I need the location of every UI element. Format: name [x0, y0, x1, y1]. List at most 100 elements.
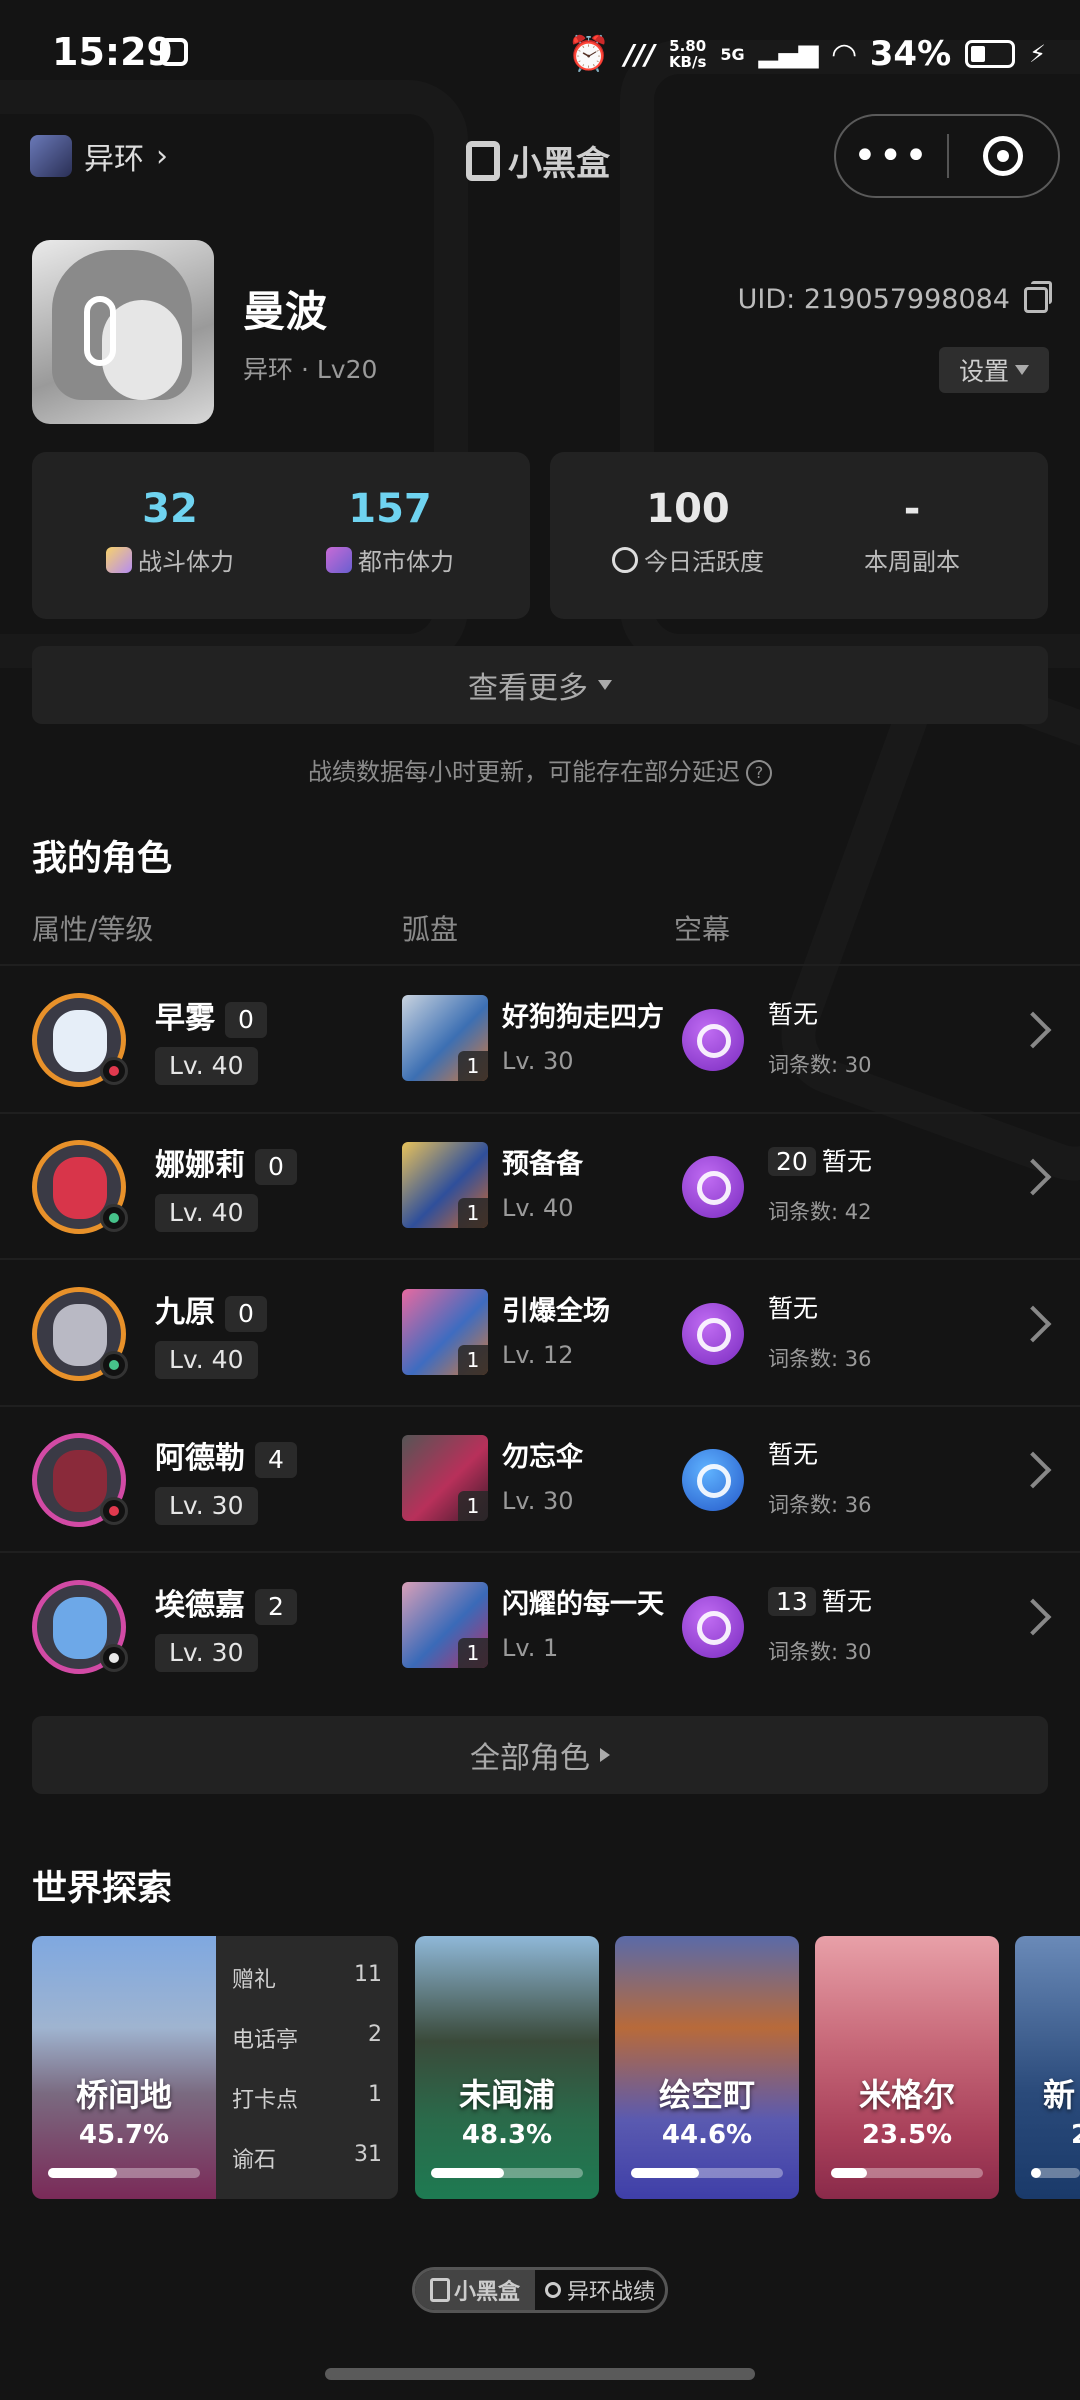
disc-image: 1 — [402, 1142, 488, 1228]
wifi-icon: ◠ — [832, 36, 856, 72]
chevron-right-icon — [1014, 1451, 1052, 1489]
disc-name: 引爆全场 — [502, 1296, 610, 1327]
copy-icon[interactable] — [1024, 280, 1052, 313]
disc-name: 勿忘伞 — [502, 1442, 583, 1473]
notification-icon — [160, 38, 188, 66]
character-level: Lv. 40 — [155, 1047, 258, 1085]
footer-brand-badge: 小黑盒 异环战绩 — [412, 2267, 668, 2313]
disc-level: Lv. 30 — [502, 1047, 574, 1075]
show-more-button[interactable]: 查看更多 — [32, 646, 1048, 724]
region-card[interactable]: 桥间地 45.7% — [32, 1936, 216, 2199]
chevron-right-icon — [1014, 1011, 1052, 1049]
close-miniapp-button[interactable] — [949, 136, 1058, 176]
chevron-right-icon — [1014, 1598, 1052, 1636]
character-level: Lv. 40 — [155, 1194, 258, 1232]
role-row[interactable]: 娜娜莉 0 Lv. 40 1 预备备 Lv. 40 20 暂无 词条数: 42 — [0, 1114, 1080, 1260]
region-card[interactable]: 未闻浦 48.3% — [415, 1936, 599, 2199]
status-bar: 15:29 ⏰ /// 5.80 KB/s 5G ▂▄▆ ◠ 34% ⚡ — [0, 0, 1080, 112]
lightning-icon — [106, 546, 132, 573]
game-thumbnail — [30, 135, 72, 177]
sky-entries: 词条数: 36 — [768, 1493, 872, 1517]
sky-orb-icon — [682, 1156, 744, 1218]
element-icon — [100, 1644, 128, 1672]
region-name: 绘空町 — [658, 2076, 755, 2114]
region-progress — [48, 2168, 200, 2178]
net-speed: 5.80 KB/s — [668, 37, 707, 71]
region-stat: 电话亭 2 — [232, 2022, 382, 2053]
region-percent: 48.3% — [461, 2120, 553, 2150]
profile-subtitle: 异环 · Lv20 — [243, 355, 378, 384]
region-progress — [831, 2168, 983, 2178]
sky-entries: 词条数: 30 — [768, 1640, 872, 1664]
book-icon — [326, 546, 352, 573]
status-icons: ⏰ /// 5.80 KB/s 5G ▂▄▆ ◠ 34% ⚡ — [568, 34, 1046, 74]
role-row[interactable]: 九原 0 Lv. 40 1 引爆全场 Lv. 12 暂无 词条数: 36 — [0, 1261, 1080, 1407]
stat-weekly-dungeon: - 本周副本 — [864, 486, 960, 576]
stat-city-stamina: 157 都市体力 — [290, 486, 490, 577]
region-name: 新 — [1043, 2076, 1076, 2114]
home-indicator[interactable] — [325, 2368, 755, 2380]
battery-percent: 34% — [869, 34, 952, 74]
sky-status: 暂无 — [768, 1440, 819, 1469]
disc-level: Lv. 40 — [502, 1194, 574, 1222]
chevron-right-icon — [1014, 1305, 1052, 1343]
sky-entries: 词条数: 36 — [768, 1347, 872, 1371]
region-progress — [1031, 2168, 1080, 2178]
profile-avatar — [32, 240, 214, 424]
region-percent: 45.7% — [78, 2120, 170, 2150]
status-time: 15:29 — [52, 30, 173, 74]
disc-name: 闪耀的每一天 — [502, 1589, 664, 1620]
search-icon — [544, 2282, 561, 2298]
update-note: 战绩数据每小时更新，可能存在部分延迟? — [0, 752, 1080, 787]
role-row[interactable]: 早雾 0 Lv. 40 1 好狗狗走四方 Lv. 30 暂无 词条数: 30 — [0, 967, 1080, 1113]
network-type: 5G — [720, 44, 745, 64]
region-stat: 赠礼 11 — [232, 1962, 382, 1993]
disc-name: 好狗狗走四方 — [502, 1002, 664, 1033]
col-disc: 弧盘 — [402, 913, 459, 946]
game-switcher[interactable]: 异环 › — [30, 134, 168, 178]
element-icon — [100, 1204, 128, 1232]
region-progress — [431, 2168, 583, 2178]
all-roles-button[interactable]: 全部角色 — [32, 1716, 1048, 1794]
disc-level: Lv. 30 — [502, 1487, 574, 1515]
sky-orb-icon — [682, 1449, 744, 1511]
role-row[interactable]: 阿德勒 4 Lv. 30 1 勿忘伞 Lv. 30 暂无 词条数: 36 — [0, 1407, 1080, 1553]
sky-orb-icon — [682, 1596, 744, 1658]
sky-status: 13 暂无 — [768, 1582, 872, 1618]
region-card[interactable]: 绘空町 44.6% — [615, 1936, 799, 2199]
character-name: 九原 0 — [155, 1287, 267, 1332]
col-sky: 空幕 — [674, 913, 731, 946]
roles-title: 我的角色 — [32, 839, 173, 879]
region-name: 未闻浦 — [458, 2076, 555, 2114]
role-row[interactable]: 埃德嘉 2 Lv. 30 1 闪耀的每一天 Lv. 1 13 暂无 词条数: 30 — [0, 1554, 1080, 1700]
region-progress — [631, 2168, 783, 2178]
character-name: 早雾 0 — [155, 993, 267, 1038]
disc-image: 1 — [402, 995, 488, 1081]
character-level: Lv. 40 — [155, 1341, 258, 1379]
alarm-icon: ⏰ — [567, 34, 611, 74]
activity-icon — [612, 546, 638, 573]
sky-orb-icon — [682, 1009, 744, 1071]
settings-dropdown[interactable]: 设置 — [939, 347, 1049, 393]
more-menu-button[interactable]: ••• — [836, 133, 947, 179]
battery-icon — [965, 40, 1016, 68]
caret-down-icon — [598, 680, 612, 690]
element-icon — [100, 1497, 128, 1525]
game-name: 异环 — [84, 142, 144, 177]
region-percent: 44.6% — [661, 2120, 753, 2150]
signal-icon: /// — [624, 37, 655, 71]
region-card[interactable]: 新 2 — [1015, 1936, 1080, 2199]
disc-level: Lv. 1 — [502, 1634, 559, 1662]
stat-combat-stamina: 32 战斗体力 — [70, 486, 270, 577]
region-stat: 谕石 31 — [232, 2142, 382, 2173]
region-card[interactable]: 米格尔 23.5% — [815, 1936, 999, 2199]
sky-entries: 词条数: 42 — [768, 1200, 872, 1224]
character-name: 埃德嘉 2 — [155, 1580, 297, 1625]
chevron-right-icon — [1014, 1158, 1052, 1196]
world-title: 世界探索 — [32, 1869, 173, 1909]
region-percent: 23.5% — [861, 2120, 953, 2150]
charging-icon: ⚡ — [1029, 40, 1046, 68]
disc-level: Lv. 12 — [502, 1341, 574, 1369]
profile-uid[interactable]: UID: 219057998084 — [738, 280, 1052, 315]
help-icon[interactable]: ? — [746, 760, 772, 786]
